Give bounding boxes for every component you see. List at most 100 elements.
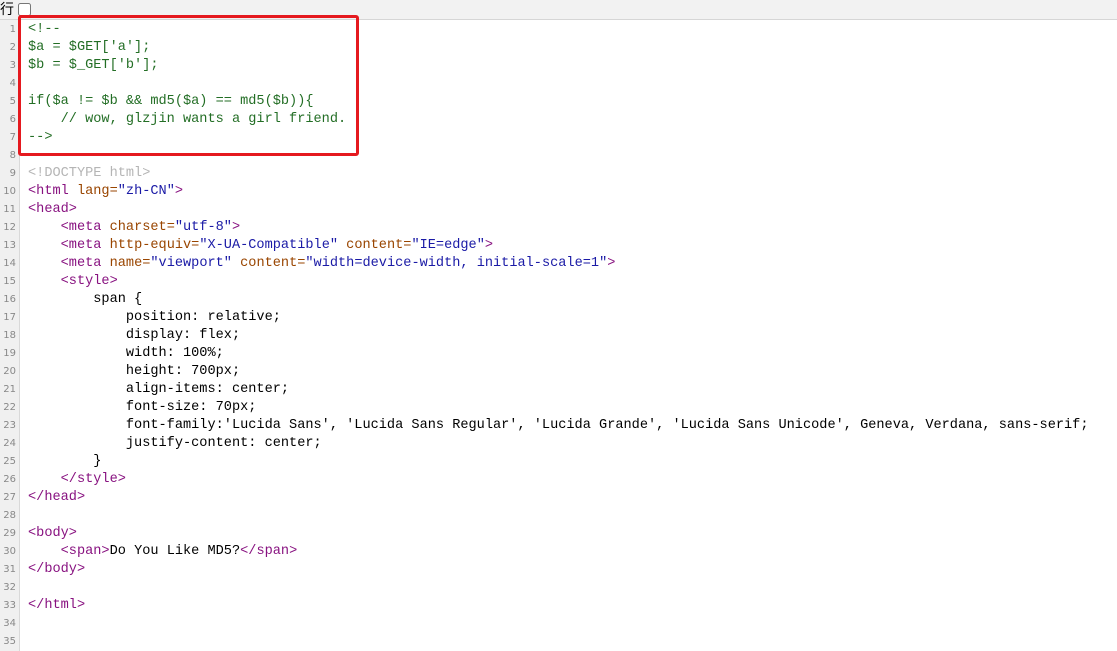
line-code: // wow, glzjin wants a girl friend. [28, 111, 347, 129]
code-token: <!-- [28, 22, 61, 37]
code-token: > [607, 256, 616, 271]
line-number: 32 [3, 582, 16, 593]
line-number: 4 [9, 78, 16, 89]
code-token: http-equiv= [109, 238, 200, 253]
line-code: </head> [28, 489, 85, 507]
line-number: 23 [3, 420, 16, 431]
source-line: 28 [0, 507, 1117, 525]
line-wrap-checkbox[interactable] [18, 3, 31, 16]
line-number: 25 [3, 456, 16, 467]
code-token: Do You Like MD5? [109, 544, 241, 559]
line-code: <body> [28, 525, 77, 543]
source-line: 18 display: flex; [0, 327, 1117, 345]
code-token: --> [28, 130, 53, 145]
source-line: 25 } [0, 453, 1117, 471]
line-code: <span>Do You Like MD5?</span> [28, 543, 298, 561]
line-number: 20 [3, 366, 16, 377]
code-token: position: relative; [28, 310, 281, 325]
line-number: 30 [3, 546, 16, 557]
line-number: 6 [9, 114, 16, 125]
line-code: <head> [28, 201, 77, 219]
code-token: justify-content: center; [28, 436, 322, 451]
line-number: 22 [3, 402, 16, 413]
line-code: <html lang="zh-CN"> [28, 183, 183, 201]
line-number: 21 [3, 384, 16, 395]
line-code: </html> [28, 597, 85, 615]
source-line: 11 <head> [0, 201, 1117, 219]
source-line: 12 <meta charset="utf-8"> [0, 219, 1117, 237]
code-token: <span> [60, 544, 110, 559]
code-token: "zh-CN" [117, 184, 175, 199]
line-number: 18 [3, 330, 16, 341]
line-wrap-label: 行 [0, 1, 14, 18]
source-line: 23 font-family:'Lucida Sans', 'Lucida Sa… [0, 417, 1117, 435]
source-line: 24 justify-content: center; [0, 435, 1117, 453]
line-code: } [28, 453, 101, 471]
code-token: lang= [76, 184, 118, 199]
code-token: if($a != $b && md5($a) == md5($b)){ [28, 94, 314, 109]
line-number: 12 [3, 222, 16, 233]
source-line: 8 [0, 147, 1117, 165]
line-number: 13 [3, 240, 16, 251]
line-code: width: 100%; [28, 345, 224, 363]
source-line: 5 if($a != $b && md5($a) == md5($b)){ [0, 93, 1117, 111]
line-number: 2 [9, 42, 16, 53]
code-token: </html> [28, 598, 86, 613]
line-number: 35 [3, 636, 16, 647]
line-number: 31 [3, 564, 16, 575]
source-line: 14 <meta name="viewport" content="width=… [0, 255, 1117, 273]
line-number: 9 [9, 168, 16, 179]
code-token: font-family:'Lucida Sans', 'Lucida Sans … [28, 418, 1089, 433]
source-line: 20 height: 700px; [0, 363, 1117, 381]
source-line: 13 <meta http-equiv="X-UA-Compatible" co… [0, 237, 1117, 255]
code-token: charset= [109, 220, 175, 235]
source-line: 9 <!DOCTYPE html> [0, 165, 1117, 183]
line-code: if($a != $b && md5($a) == md5($b)){ [28, 93, 314, 111]
code-token: <!DOCTYPE html> [28, 166, 151, 181]
line-code: $a = $GET['a']; [28, 39, 150, 57]
code-token: content= [346, 238, 412, 253]
source-line: 35 [0, 633, 1117, 651]
line-code: <style> [28, 273, 118, 291]
source-line: 34 [0, 615, 1117, 633]
code-token: height: 700px; [28, 364, 241, 379]
code-token: <meta [60, 256, 110, 271]
line-number: 5 [9, 96, 16, 107]
code-token: <body> [28, 526, 77, 541]
source-line: 26 </style> [0, 471, 1117, 489]
code-token: // wow, glzjin wants a girl friend. [28, 112, 347, 127]
code-token: <head> [28, 202, 77, 217]
source-code-view: 1 <!-- 2 $a = $GET['a']; 3 $b = $_GET['b']; 4 5… [0, 21, 1117, 651]
source-line: 6 // wow, glzjin wants a girl friend. [0, 111, 1117, 129]
line-number: 27 [3, 492, 16, 503]
line-code: height: 700px; [28, 363, 240, 381]
source-line: 31 </body> [0, 561, 1117, 579]
code-token: <meta [60, 238, 110, 253]
line-number: 15 [3, 276, 16, 287]
code-token: "width=device-width, initial-scale=1" [305, 256, 608, 271]
source-line: 7 --> [0, 129, 1117, 147]
code-token: "IE=edge" [411, 238, 485, 253]
line-number: 34 [3, 618, 16, 629]
source-line: 22 font-size: 70px; [0, 399, 1117, 417]
source-line: 27 </head> [0, 489, 1117, 507]
source-line: 2 $a = $GET['a']; [0, 39, 1117, 57]
line-code: font-size: 70px; [28, 399, 257, 417]
line-code: <meta name="viewport" content="width=dev… [28, 255, 616, 273]
code-token: $b = $_GET['b']; [28, 58, 159, 73]
code-token: "utf-8" [174, 220, 232, 235]
code-token: name= [109, 256, 151, 271]
line-number: 3 [9, 60, 16, 71]
line-code: </style> [28, 471, 126, 489]
line-number: 28 [3, 510, 16, 521]
code-token: "viewport" [150, 256, 241, 271]
line-number: 17 [3, 312, 16, 323]
code-token: > [231, 220, 241, 235]
source-line: 21 align-items: center; [0, 381, 1117, 399]
source-line: 30 <span>Do You Like MD5?</span> [0, 543, 1117, 561]
line-code: justify-content: center; [28, 435, 322, 453]
code-token: content= [240, 256, 306, 271]
code-token: <meta [60, 220, 110, 235]
